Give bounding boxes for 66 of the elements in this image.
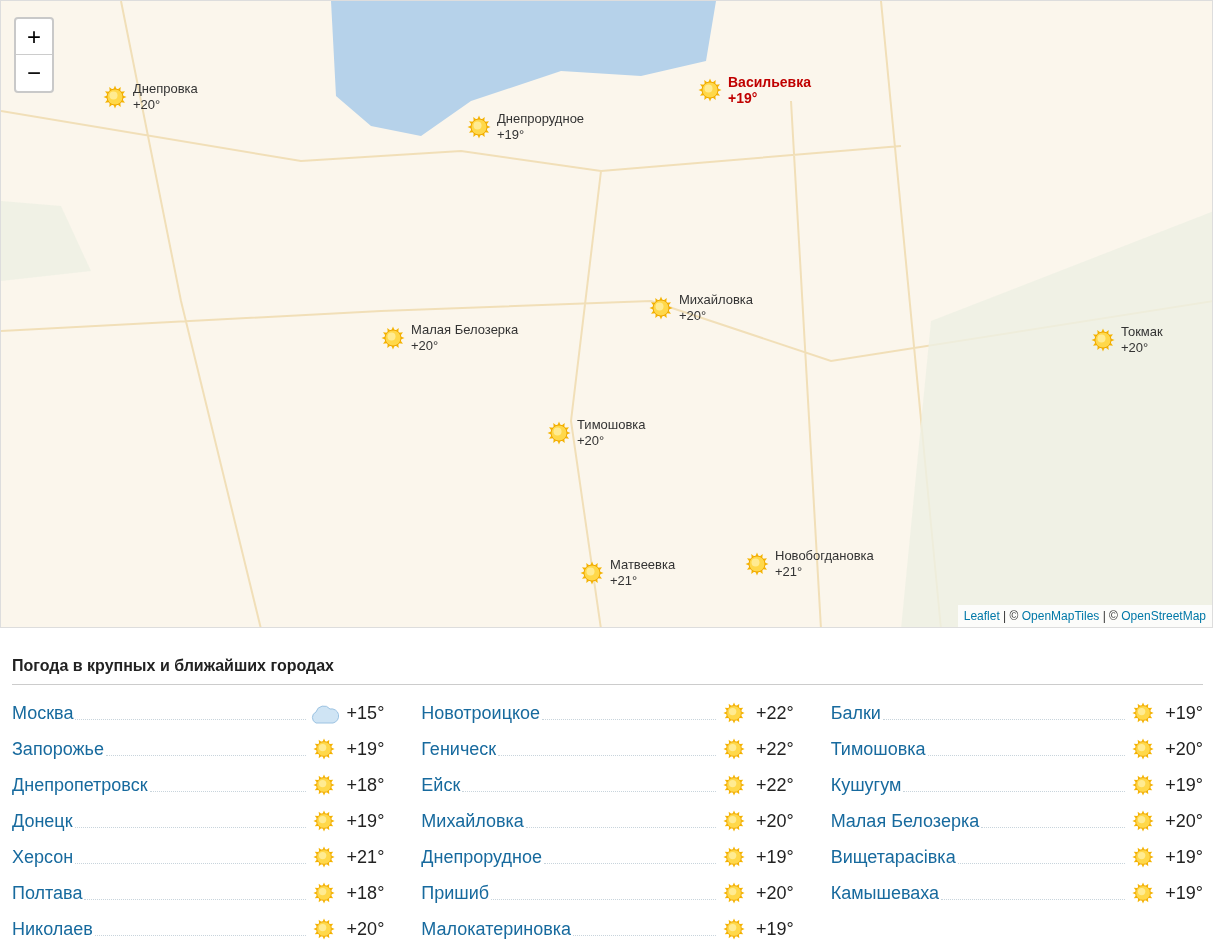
temperature: +19° xyxy=(345,738,385,760)
city-name[interactable]: Матвеевка xyxy=(610,557,676,573)
city-name[interactable]: Васильевка xyxy=(728,74,811,90)
attribution-separator: | © xyxy=(1101,608,1119,625)
city-link[interactable]: Днепрорудное xyxy=(421,846,542,868)
temperature: +19° xyxy=(345,810,385,832)
city-link[interactable]: Кушугум xyxy=(830,774,902,796)
temperature: +19° xyxy=(497,127,526,143)
temperature: +19° xyxy=(1164,702,1203,724)
temperature: +20° xyxy=(754,882,794,904)
city-link[interactable]: Геническ xyxy=(421,738,497,760)
temperature: +20° xyxy=(679,308,708,324)
temperature: +22° xyxy=(754,702,794,724)
city-name[interactable]: Токмак xyxy=(1121,324,1163,340)
city-name[interactable]: Тимошовка xyxy=(577,417,646,433)
temperature: +19° xyxy=(1164,846,1203,868)
temperature: +19° xyxy=(1164,774,1203,796)
temperature: +20° xyxy=(754,810,794,832)
city-link[interactable]: Днепропетровск xyxy=(12,774,148,796)
city-link[interactable]: Москва xyxy=(12,702,74,724)
temperature: +20° xyxy=(133,97,162,113)
city-link[interactable]: Полтава xyxy=(12,882,83,904)
city-link[interactable]: Новотроицкое xyxy=(421,702,541,724)
city-name[interactable]: Малая Белозерка xyxy=(411,322,519,338)
city-link[interactable]: Михайловка xyxy=(421,810,524,832)
city-name[interactable]: Михайловка xyxy=(679,292,753,308)
city-link[interactable]: Донецк xyxy=(12,810,73,832)
attribution-link[interactable]: OpenMapTiles xyxy=(1021,607,1100,625)
temperature: +19° xyxy=(754,846,794,868)
temperature: +21° xyxy=(775,564,804,580)
temperature: +22° xyxy=(754,738,794,760)
attribution-separator: | © xyxy=(1002,608,1020,625)
city-link[interactable]: Николаев xyxy=(12,918,93,940)
temperature: +20° xyxy=(345,918,385,940)
temperature: +21° xyxy=(610,573,639,589)
city-name[interactable]: Новобогдановка xyxy=(775,548,874,564)
temperature: +20° xyxy=(411,338,440,354)
temperature: +20° xyxy=(577,433,606,449)
temperature: +18° xyxy=(345,882,385,904)
temperature: +22° xyxy=(754,774,794,796)
temperature: +21° xyxy=(345,846,385,868)
zoom-in-button[interactable]: + xyxy=(16,19,52,55)
city-link[interactable]: Запорожье xyxy=(12,738,104,760)
city-link[interactable]: Пришиб xyxy=(421,882,490,904)
attribution-link[interactable]: Leaflet xyxy=(963,607,1000,625)
city-link[interactable]: Вищетарасівка xyxy=(830,846,956,868)
attribution-link[interactable]: OpenStreetMap xyxy=(1121,607,1206,625)
city-link[interactable]: Херсон xyxy=(12,846,74,868)
temperature: +20° xyxy=(1164,738,1203,760)
temperature: +20° xyxy=(1121,340,1150,356)
temperature: +19° xyxy=(754,918,794,940)
city-link[interactable]: Малая Белозерка xyxy=(830,810,980,832)
city-link[interactable]: Ейск xyxy=(421,774,461,796)
temperature: +20° xyxy=(1164,810,1203,832)
temperature: +15° xyxy=(345,702,385,724)
city-name[interactable]: Днепрорудное xyxy=(497,111,585,127)
zoom-out-button[interactable]: − xyxy=(16,55,52,91)
city-link[interactable]: Камышеваха xyxy=(830,882,940,904)
temperature: +19° xyxy=(728,90,759,106)
city-name[interactable]: Днепровка xyxy=(133,81,198,97)
temperature: +18° xyxy=(345,774,385,796)
section-title: Погода в крупных и ближайших городах xyxy=(12,654,1203,685)
temperature: +19° xyxy=(1164,882,1203,904)
city-link[interactable]: Тимошовка xyxy=(830,738,926,760)
city-link[interactable]: Малокатериновка xyxy=(421,918,572,940)
city-link[interactable]: Балки xyxy=(830,702,881,724)
